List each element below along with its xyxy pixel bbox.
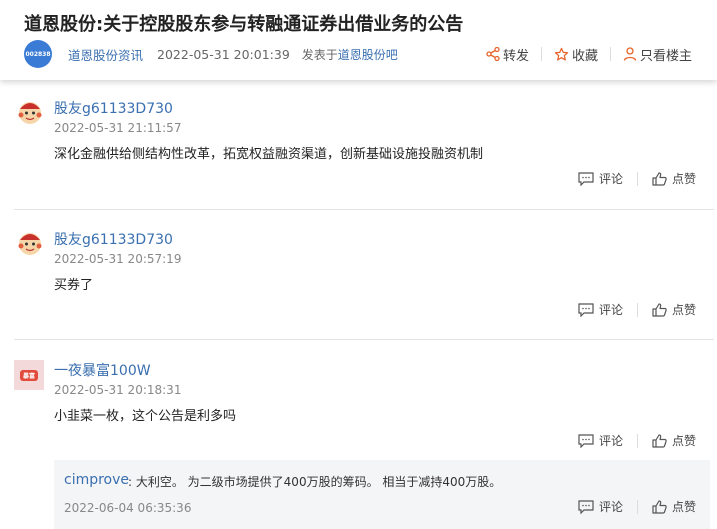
- avatar[interactable]: [16, 98, 44, 126]
- comment-button[interactable]: 评论: [578, 498, 623, 515]
- username-link[interactable]: 一夜暴富100W: [54, 360, 151, 380]
- post-item: 股友g61133D730 2022-05-31 21:11:57 深化金融供给侧…: [14, 98, 714, 208]
- article-title: 道恩股份:关于控股股东参与转融通证券出借业务的公告: [24, 14, 464, 35]
- share-label: 转发: [502, 48, 529, 64]
- comment-icon: [578, 171, 594, 186]
- divider: [636, 302, 638, 317]
- share-icon: [486, 47, 500, 61]
- like-button[interactable]: 点赞: [652, 301, 696, 318]
- bar-link[interactable]: 道恩股份吧: [338, 48, 398, 62]
- comment-label: 评论: [598, 434, 623, 448]
- posted-in: 发表于道恩股份吧: [302, 46, 398, 63]
- user-icon: [623, 47, 637, 61]
- username-link[interactable]: 股友g61133D730: [54, 229, 173, 249]
- post-content: 买券了: [54, 278, 94, 293]
- reply-content: : 大利空。 为二级市场提供了400万股的筹码。 相当于减持400万股。: [128, 475, 502, 489]
- thumbs-up-icon: [652, 171, 667, 186]
- article-actions: 转发 收藏 只看楼主: [474, 40, 704, 68]
- stock-logo[interactable]: 002838: [24, 40, 52, 68]
- star-icon: [554, 47, 569, 61]
- like-button[interactable]: 点赞: [652, 432, 696, 449]
- post-divider: [14, 339, 714, 340]
- share-button[interactable]: 转发: [474, 45, 541, 64]
- post-actions: 评论 点赞: [578, 170, 696, 187]
- post-time: 2022-05-31 20:18:31: [54, 383, 182, 397]
- comment-button[interactable]: 评论: [578, 170, 623, 187]
- only-author-button[interactable]: 只看楼主: [611, 45, 704, 64]
- article-header: 道恩股份:关于控股股东参与转融通证券出借业务的公告 002838 道恩股份资讯 …: [0, 0, 717, 80]
- post-divider: [14, 209, 714, 210]
- article-meta: 002838 道恩股份资讯 2022-05-31 20:01:39 发表于道恩股…: [24, 40, 714, 68]
- reply-username-link[interactable]: cimprove: [64, 472, 129, 488]
- comment-icon: [578, 433, 594, 448]
- post-time: 2022-05-31 21:11:57: [54, 121, 182, 135]
- divider: [636, 171, 638, 186]
- comment-icon: [578, 499, 594, 514]
- post-content: 深化金融供给侧结构性改革，拓宽权益融资渠道，创新基础设施投融资机制: [54, 147, 484, 162]
- avatar-badge: 暴富: [19, 369, 38, 381]
- reply-item: cimprove : 大利空。 为二级市场提供了400万股的筹码。 相当于减持4…: [54, 460, 710, 529]
- avatar[interactable]: [16, 229, 44, 257]
- post-content: 小韭菜一枚，这个公告是利多吗: [54, 409, 237, 424]
- source-link[interactable]: 道恩股份资讯: [68, 45, 143, 64]
- article-time: 2022-05-31 20:01:39: [157, 46, 290, 62]
- username-link[interactable]: 股友g61133D730: [54, 98, 173, 118]
- like-label: 点赞: [671, 500, 696, 514]
- reply-time: 2022-06-04 06:35:36: [64, 501, 192, 515]
- thumbs-up-icon: [652, 433, 667, 448]
- posted-prefix: 发表于: [301, 47, 338, 62]
- comment-label: 评论: [598, 172, 623, 186]
- like-button[interactable]: 点赞: [652, 498, 696, 515]
- thumbs-up-icon: [652, 302, 667, 317]
- avatar[interactable]: 暴富: [14, 360, 44, 390]
- post-item: 股友g61133D730 2022-05-31 20:57:19 买券了 评论 …: [14, 229, 714, 339]
- divider: [636, 499, 638, 514]
- comment-button[interactable]: 评论: [578, 301, 623, 318]
- comment-icon: [578, 302, 594, 317]
- post-actions: 评论 点赞: [578, 432, 696, 449]
- like-label: 点赞: [671, 303, 696, 317]
- divider: [636, 433, 638, 448]
- thumbs-up-icon: [652, 499, 667, 514]
- favorite-button[interactable]: 收藏: [542, 45, 610, 64]
- comment-button[interactable]: 评论: [578, 432, 623, 449]
- favorite-label: 收藏: [571, 48, 598, 64]
- comment-label: 评论: [598, 500, 623, 514]
- reply-actions: 评论 点赞: [578, 498, 696, 515]
- post-actions: 评论 点赞: [578, 301, 696, 318]
- comment-label: 评论: [598, 303, 623, 317]
- like-button[interactable]: 点赞: [652, 170, 696, 187]
- only-author-label: 只看楼主: [639, 48, 692, 64]
- like-label: 点赞: [671, 172, 696, 186]
- post-item: 暴富 一夜暴富100W 2022-05-31 20:18:31 小韭菜一枚，这个…: [14, 360, 714, 460]
- post-time: 2022-05-31 20:57:19: [54, 252, 182, 266]
- like-label: 点赞: [671, 434, 696, 448]
